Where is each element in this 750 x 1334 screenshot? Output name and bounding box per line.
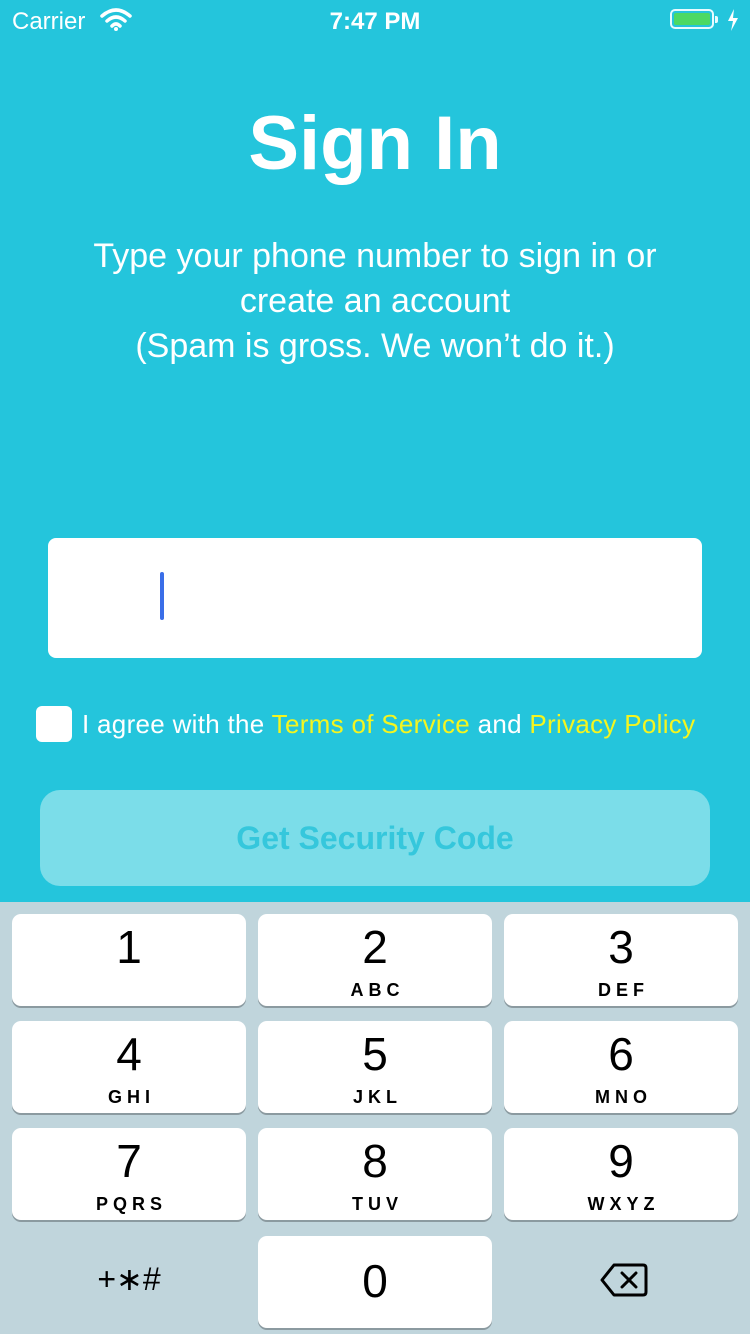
subtitle: Type your phone number to sign in or cre…	[60, 234, 690, 369]
key-1[interactable]: 1	[12, 914, 246, 1006]
key-4[interactable]: 4 GHI	[12, 1021, 246, 1113]
status-time: 7:47 PM	[329, 8, 421, 35]
key-letters: ABC	[350, 980, 405, 1000]
delete-key[interactable]	[504, 1236, 738, 1328]
symbols-key[interactable]: +∗#	[12, 1236, 246, 1328]
key-letters: PQRS	[95, 1194, 167, 1214]
subtitle-line: create an account	[239, 282, 511, 320]
battery-nub	[715, 16, 718, 23]
agreement-conjunction: and	[477, 709, 522, 739]
battery-level	[674, 13, 710, 25]
key-7[interactable]: 7 PQRS	[12, 1128, 246, 1220]
agree-checkbox[interactable]	[36, 706, 72, 742]
subtitle-line: (Spam is gross. We won’t do it.)	[135, 327, 615, 365]
key-9[interactable]: 9 WXYZ	[504, 1128, 738, 1220]
key-digit: 4	[116, 1028, 142, 1080]
key-letters: JKL	[352, 1087, 402, 1107]
key-8[interactable]: 8 TUV	[258, 1128, 492, 1220]
key-digit: 5	[362, 1028, 388, 1080]
key-digit: 8	[362, 1135, 388, 1187]
key-digit: 2	[362, 921, 388, 973]
key-letters: TUV	[352, 1194, 403, 1214]
key-digit: 3	[608, 921, 634, 973]
privacy-policy-link[interactable]: Privacy Policy	[529, 709, 695, 739]
key-2[interactable]: 2 ABC	[258, 914, 492, 1006]
key-digit: 9	[608, 1135, 634, 1187]
status-bar: Carrier 7:47 PM	[0, 0, 750, 40]
agreement-prefix: I agree with the	[82, 709, 265, 739]
numeric-keypad: 1 2 ABC 3 DEF 4 GHI 5 JKL 6 MNO 7 PQRS 8…	[0, 902, 750, 1334]
key-letters: DEF	[598, 980, 649, 1000]
key-5[interactable]: 5 JKL	[258, 1021, 492, 1113]
backspace-icon	[600, 1263, 648, 1297]
battery-icon	[670, 9, 718, 29]
key-letters: GHI	[107, 1087, 155, 1107]
key-digit: 1	[116, 921, 142, 973]
agreement-text: I agree with the Terms of Service and Pr…	[82, 709, 695, 740]
key-digit: 7	[116, 1135, 142, 1187]
page-title: Sign In	[248, 101, 502, 186]
get-security-code-button[interactable]: Get Security Code	[40, 790, 710, 886]
key-digit: 6	[608, 1028, 634, 1080]
symbols-label: +∗#	[97, 1261, 161, 1297]
key-0[interactable]: 0	[258, 1236, 492, 1328]
key-letters: MNO	[595, 1087, 652, 1107]
key-6[interactable]: 6 MNO	[504, 1021, 738, 1113]
terms-agreement-row: I agree with the Terms of Service and Pr…	[36, 705, 736, 743]
terms-of-service-link[interactable]: Terms of Service	[272, 709, 470, 739]
key-3[interactable]: 3 DEF	[504, 914, 738, 1006]
key-digit: 0	[362, 1255, 388, 1307]
charging-bolt-icon	[728, 9, 738, 31]
text-caret	[160, 572, 164, 620]
phone-number-input[interactable]	[48, 538, 702, 658]
key-letters: WXYZ	[587, 1194, 660, 1214]
subtitle-line: Type your phone number to sign in or	[93, 237, 657, 275]
